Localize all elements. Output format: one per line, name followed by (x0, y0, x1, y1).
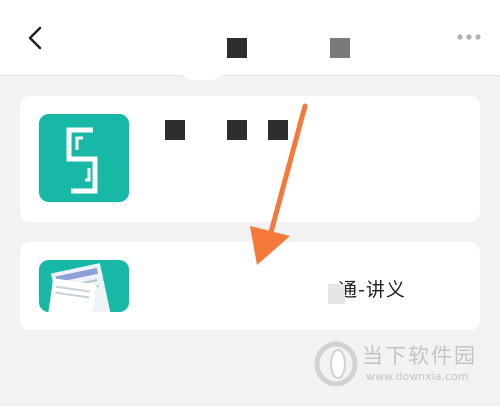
redacted-title-block (227, 38, 247, 58)
redacted-title-block (268, 120, 288, 140)
watermark-logo-icon (314, 341, 358, 386)
back-chevron-icon[interactable] (22, 24, 50, 52)
redaction-cover (328, 284, 345, 304)
app-card[interactable] (20, 96, 480, 222)
s-logo-app-icon (39, 114, 129, 202)
nav-bump (175, 60, 230, 80)
redacted-title-block (227, 120, 247, 140)
more-dots-icon[interactable] (455, 30, 485, 44)
app-card[interactable] (20, 242, 480, 330)
top-nav-bar (0, 0, 500, 76)
document-app-icon (39, 260, 129, 312)
app-title: 通-讲义 (338, 279, 406, 301)
watermark-name: 当下软件园 (362, 344, 477, 368)
redacted-title-block (330, 38, 350, 58)
watermark-url: www.downxia.com (366, 370, 469, 383)
redacted-title-block (165, 120, 185, 140)
